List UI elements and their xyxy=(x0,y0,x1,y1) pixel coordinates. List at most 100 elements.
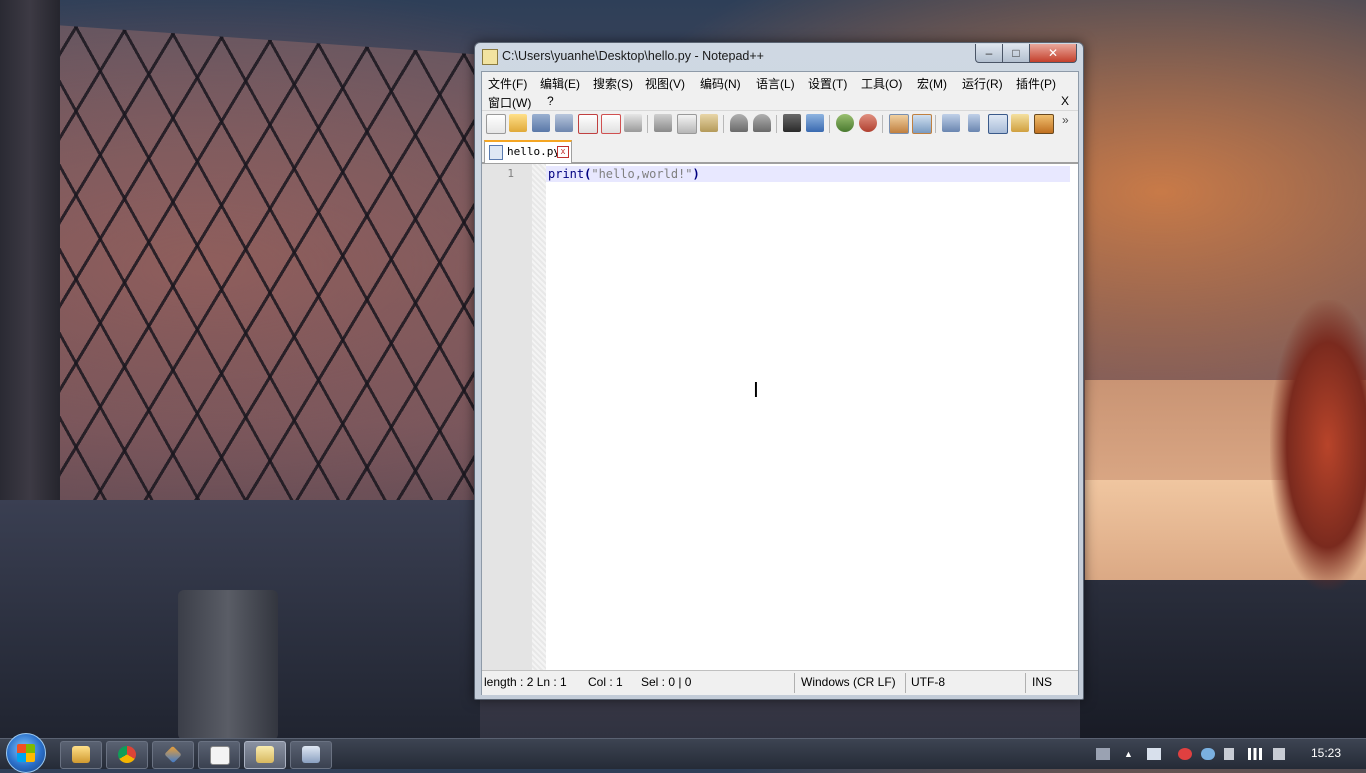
new-file-icon[interactable] xyxy=(486,114,506,134)
print-icon[interactable] xyxy=(624,114,642,132)
typora-icon xyxy=(210,746,230,765)
status-insert-mode[interactable]: INS xyxy=(1032,675,1052,689)
zoom-out-icon[interactable] xyxy=(859,114,877,132)
notepad-plus-plus-icon xyxy=(256,746,274,763)
cut-icon[interactable] xyxy=(654,114,672,132)
menu-help[interactable]: ? xyxy=(547,94,554,108)
keyboard-icon[interactable] xyxy=(1096,748,1110,760)
zoom-in-icon[interactable] xyxy=(836,114,854,132)
toolbar-separator xyxy=(647,115,648,133)
status-column: Col : 1 xyxy=(588,675,623,689)
window-title: C:\Users\yuanhe\Desktop\hello.py - Notep… xyxy=(502,49,764,63)
menu-search[interactable]: 搜索(S) xyxy=(593,75,633,92)
taskbar-remote-desktop[interactable] xyxy=(290,741,332,769)
tray-expand-chevron-icon[interactable]: ▲ xyxy=(1124,748,1134,760)
close-file-icon[interactable] xyxy=(578,114,598,134)
menu-language[interactable]: 语言(L) xyxy=(756,75,795,92)
folder-icon xyxy=(72,746,90,763)
toolbar-overflow-chevron-icon[interactable]: » xyxy=(1062,113,1069,127)
open-file-icon[interactable] xyxy=(509,114,527,132)
sync-horizontal-icon[interactable] xyxy=(912,114,932,134)
find-icon[interactable] xyxy=(783,114,801,132)
fold-margin xyxy=(532,164,546,670)
menu-tools[interactable]: 工具(O) xyxy=(861,75,902,92)
menu-edit[interactable]: 编辑(E) xyxy=(540,75,580,92)
taskbar-app-diamond[interactable] xyxy=(152,741,194,769)
chrome-icon xyxy=(118,746,136,763)
close-all-icon[interactable] xyxy=(601,114,621,134)
menu-run[interactable]: 运行(R) xyxy=(962,75,1003,92)
taskbar-clock[interactable]: 15:23 xyxy=(1306,746,1346,760)
save-icon[interactable] xyxy=(532,114,550,132)
menu-bar: 文件(F) 编辑(E) 搜索(S) 视图(V) 编码(N) 语言(L) 设置(T… xyxy=(482,72,1078,110)
tab-hello-py[interactable]: hello.py x xyxy=(484,140,572,163)
toolbar-separator xyxy=(829,115,830,133)
document-map-icon[interactable] xyxy=(1034,114,1054,134)
code-string: "hello,world!" xyxy=(591,167,693,181)
wallpaper-fence xyxy=(60,25,480,535)
status-length-line: length : 2 Ln : 1 xyxy=(484,675,567,689)
maximize-button[interactable]: □ xyxy=(1002,44,1030,63)
wallpaper-barrel xyxy=(178,590,278,740)
usb-device-icon[interactable] xyxy=(1224,748,1234,760)
network-signal-icon[interactable] xyxy=(1248,748,1262,760)
action-center-icon[interactable] xyxy=(1147,748,1161,760)
paste-icon[interactable] xyxy=(700,114,718,132)
status-separator xyxy=(1025,673,1026,693)
menu-encoding[interactable]: 编码(N) xyxy=(700,75,741,92)
taskbar-notepad-plus-plus[interactable] xyxy=(244,741,286,769)
toolbar-separator xyxy=(723,115,724,133)
editor-area[interactable]: 1 print("hello,world!") I xyxy=(482,163,1078,670)
close-button[interactable]: ✕ xyxy=(1029,44,1077,63)
code-close-paren: ) xyxy=(692,167,700,181)
replace-icon[interactable] xyxy=(806,114,824,132)
status-separator xyxy=(794,673,795,693)
menu-file[interactable]: 文件(F) xyxy=(488,75,527,92)
taskbar-typora[interactable] xyxy=(198,741,240,769)
code-line[interactable]: print("hello,world!") xyxy=(548,167,700,181)
tab-close-icon[interactable]: x xyxy=(557,146,569,158)
close-document-button[interactable]: X xyxy=(1061,94,1069,108)
toolbar: » xyxy=(482,110,1078,137)
taskbar-chrome[interactable] xyxy=(106,741,148,769)
diamond-app-icon xyxy=(164,745,182,764)
notepad-app-icon xyxy=(482,49,498,65)
word-wrap-icon[interactable] xyxy=(942,114,960,132)
taskbar-file-explorer[interactable] xyxy=(60,741,102,769)
indent-guide-icon[interactable] xyxy=(988,114,1008,134)
windows-logo-icon xyxy=(17,744,35,762)
code-keyword: print xyxy=(548,167,585,181)
start-button[interactable] xyxy=(6,733,46,773)
line-number: 1 xyxy=(507,167,514,180)
cloud-sync-icon[interactable] xyxy=(1201,748,1215,760)
status-separator xyxy=(905,673,906,693)
menu-macro[interactable]: 宏(M) xyxy=(917,75,947,92)
menu-window[interactable]: 窗口(W) xyxy=(488,94,531,111)
copy-icon[interactable] xyxy=(677,114,697,134)
menu-view[interactable]: 视图(V) xyxy=(645,75,685,92)
show-all-characters-icon[interactable] xyxy=(968,114,980,132)
redo-icon[interactable] xyxy=(753,114,771,132)
taskbar: ▲ 15:23 xyxy=(0,733,1366,773)
qq-icon[interactable] xyxy=(1178,748,1192,760)
save-all-icon[interactable] xyxy=(555,114,573,132)
volume-muted-icon[interactable] xyxy=(1273,748,1285,760)
title-bar[interactable]: C:\Users\yuanhe\Desktop\hello.py - Notep… xyxy=(475,43,1083,69)
menu-plugins[interactable]: 插件(P) xyxy=(1016,75,1056,92)
menu-settings[interactable]: 设置(T) xyxy=(808,75,847,92)
status-selection: Sel : 0 | 0 xyxy=(641,675,692,689)
undo-icon[interactable] xyxy=(730,114,748,132)
tab-label: hello.py xyxy=(507,145,560,158)
wallpaper-tree xyxy=(1270,300,1366,590)
wallpaper-shadow xyxy=(1080,580,1366,740)
user-defined-language-icon[interactable] xyxy=(1011,114,1029,132)
text-cursor-icon: I xyxy=(753,378,759,402)
toolbar-separator xyxy=(935,115,936,133)
toolbar-separator xyxy=(776,115,777,133)
status-eol-format[interactable]: Windows (CR LF) xyxy=(801,675,896,689)
minimize-button[interactable]: – xyxy=(975,44,1003,63)
sync-vertical-icon[interactable] xyxy=(889,114,909,134)
status-encoding[interactable]: UTF-8 xyxy=(911,675,945,689)
notepad-window: C:\Users\yuanhe\Desktop\hello.py - Notep… xyxy=(474,42,1084,700)
line-number-margin: 1 xyxy=(482,164,532,670)
